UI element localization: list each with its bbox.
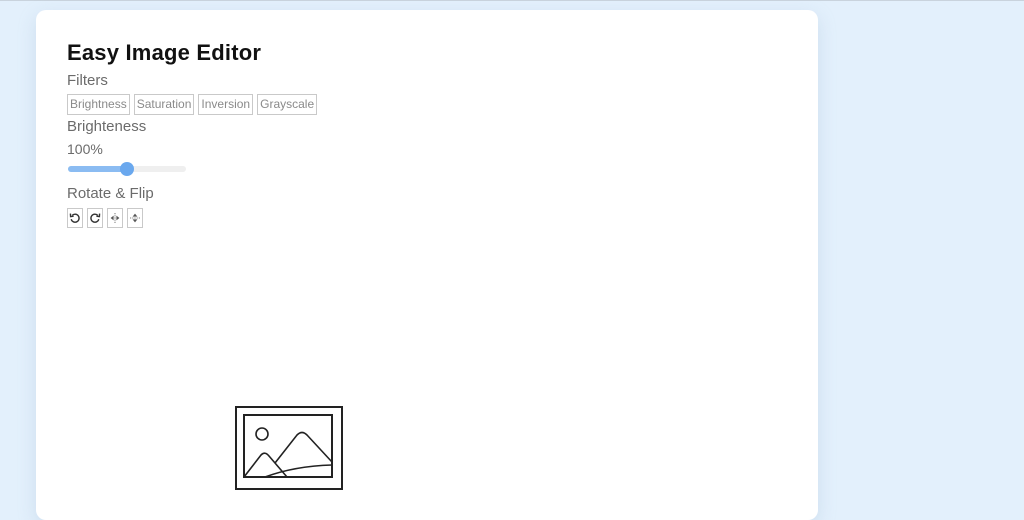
page-title: Easy Image Editor	[67, 40, 262, 65]
rotate-right-button[interactable]	[87, 208, 103, 228]
rotate-right-icon	[90, 213, 101, 223]
flip-vertical-button[interactable]	[127, 208, 143, 228]
slider-fill	[68, 166, 127, 172]
editor-card: Easy Image Editor Filters Brightness Sat…	[36, 10, 818, 520]
filters-label: Filters	[67, 72, 108, 89]
flip-vertical-icon	[130, 213, 140, 223]
brightness-slider[interactable]	[68, 162, 186, 176]
image-preview[interactable]	[235, 406, 345, 492]
brightness-filter-button[interactable]: Brightness	[67, 94, 130, 115]
slider-label: Brighteness	[67, 118, 147, 135]
rotate-flip-buttons	[67, 208, 143, 228]
saturation-filter-button[interactable]: Saturation	[133, 94, 195, 115]
flip-horizontal-icon	[110, 213, 120, 223]
slider-thumb[interactable]	[120, 162, 134, 176]
flip-horizontal-button[interactable]	[107, 208, 123, 228]
rotate-flip-label: Rotate & Flip	[67, 185, 154, 202]
rotate-left-button[interactable]	[67, 208, 83, 228]
grayscale-filter-button[interactable]: Grayscale	[257, 94, 318, 115]
slider-value: 100%	[67, 141, 103, 157]
window-top-border	[0, 0, 1024, 1]
inversion-filter-button[interactable]: Inversion	[198, 94, 254, 115]
rotate-left-icon	[69, 213, 80, 223]
image-placeholder-icon	[235, 406, 343, 490]
filter-buttons: Brightness Saturation Inversion Grayscal…	[67, 94, 318, 115]
